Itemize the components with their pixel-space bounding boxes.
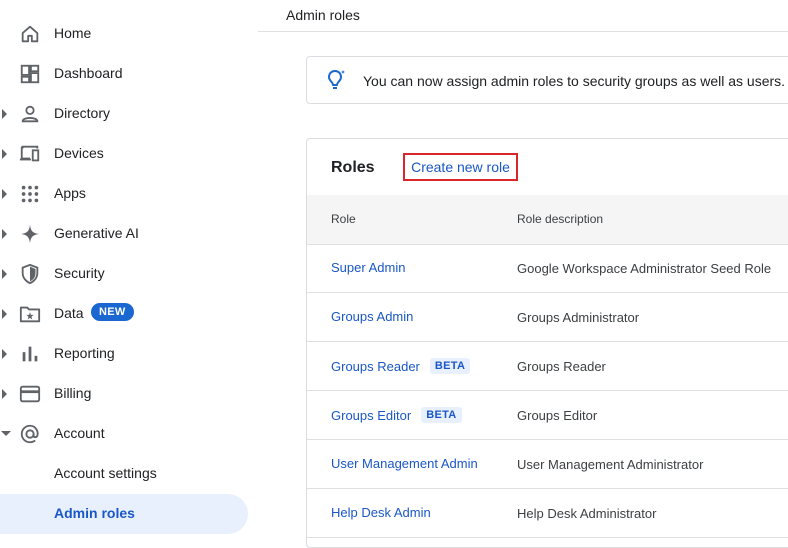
apps-grid-icon (21, 185, 39, 203)
sidebar-item-label: Apps (54, 185, 86, 201)
role-name-link[interactable]: Groups Admin (331, 309, 413, 324)
sidebar-item-apps[interactable]: Apps (0, 174, 248, 214)
sidebar-item-label: Security (54, 265, 105, 281)
sidebar-item-data[interactable]: Data NEW (0, 294, 248, 334)
role-name-link[interactable]: Help Desk Admin (331, 505, 431, 520)
sidebar-item-label: Billing (54, 385, 92, 401)
sidebar-subitem-account-settings[interactable]: Account settings (0, 454, 248, 494)
role-name[interactable]: Groups Editor (331, 408, 411, 423)
credit-card-icon (19, 385, 41, 403)
collapse-caret-icon[interactable] (1, 431, 11, 436)
sidebar-item-account[interactable]: Account (0, 414, 248, 454)
table-row[interactable]: Groups Reader BETA Groups Reader (307, 342, 788, 391)
header-divider (258, 31, 788, 32)
role-name[interactable]: Groups Reader (331, 359, 420, 374)
banner-message: You can now assign admin roles to securi… (363, 73, 786, 89)
expand-caret-icon[interactable] (2, 269, 7, 279)
role-description: Help Desk Administrator (517, 506, 657, 521)
main-content: Admin roles You can now assign admin rol… (258, 0, 788, 548)
expand-caret-icon[interactable] (2, 189, 7, 199)
table-row[interactable]: Super Admin Google Workspace Administrat… (307, 244, 788, 293)
sidebar: Home Dashboard Directory Devices Apps Ge… (0, 0, 258, 537)
dashboard-icon (20, 64, 40, 84)
role-name[interactable]: Help Desk Admin (331, 505, 431, 520)
role-description: Groups Administrator (517, 310, 640, 325)
sidebar-item-devices[interactable]: Devices (0, 134, 248, 174)
table-row[interactable]: Groups Editor BETA Groups Editor (307, 391, 788, 440)
sidebar-item-label: Generative AI (54, 225, 139, 241)
at-sign-icon (20, 424, 39, 444)
sidebar-item-generative-ai[interactable]: Generative AI (0, 214, 248, 254)
role-name[interactable]: Super Admin (331, 260, 405, 275)
sidebar-item-label: Directory (54, 105, 111, 121)
beta-badge: BETA (429, 358, 471, 374)
column-header-role[interactable]: Role (331, 212, 356, 226)
sidebar-item-label: Dashboard (54, 65, 123, 81)
expand-caret-icon[interactable] (2, 229, 7, 239)
expand-caret-icon[interactable] (2, 109, 7, 119)
sidebar-item-security[interactable]: Security (0, 254, 248, 294)
column-header-description: Role description (517, 212, 604, 226)
role-description: User Management Administrator (517, 457, 704, 472)
sidebar-item-directory[interactable]: Directory (0, 94, 248, 134)
sidebar-item-home[interactable]: Home (0, 14, 248, 54)
sidebar-item-dashboard[interactable]: Dashboard (0, 54, 248, 94)
sidebar-item-label: Home (54, 25, 92, 41)
role-description: Groups Editor (517, 408, 598, 423)
sidebar-item-label: Devices (54, 145, 104, 161)
home-icon (21, 25, 39, 43)
role-name-link[interactable]: Groups Reader BETA (331, 358, 471, 374)
role-name[interactable]: User Management Admin (331, 456, 478, 471)
person-icon (21, 105, 39, 123)
table-row[interactable]: Help Desk Admin Help Desk Administrator (307, 489, 788, 538)
create-new-role-button[interactable]: Create new role (403, 153, 518, 181)
sidebar-subitem-admin-roles[interactable]: Admin roles (0, 494, 248, 534)
expand-caret-icon[interactable] (2, 349, 7, 359)
sidebar-subitem-label: Account settings (54, 465, 157, 481)
lightbulb-icon (328, 70, 345, 89)
role-name-link[interactable]: Super Admin (331, 260, 405, 275)
expand-caret-icon[interactable] (2, 309, 7, 319)
role-name-link[interactable]: User Management Admin (331, 456, 478, 471)
devices-icon (19, 145, 40, 162)
info-banner: You can now assign admin roles to securi… (306, 56, 788, 104)
sparkle-icon (20, 224, 40, 244)
table-row[interactable]: User Management Admin User Management Ad… (307, 440, 788, 489)
sidebar-item-label: Account (54, 425, 105, 441)
role-name[interactable]: Groups Admin (331, 309, 413, 324)
table-header: Role Role description (307, 195, 788, 245)
role-description: Groups Reader (517, 359, 606, 374)
role-description: Google Workspace Administrator Seed Role (517, 261, 772, 276)
expand-caret-icon[interactable] (2, 149, 7, 159)
beta-badge: BETA (421, 407, 462, 423)
sidebar-subitem-label: Admin roles (54, 505, 135, 521)
sidebar-item-label: Data (54, 305, 84, 321)
sidebar-item-billing[interactable]: Billing (0, 374, 248, 414)
roles-card-title: Roles (331, 159, 375, 176)
sidebar-item-reporting[interactable]: Reporting (0, 334, 248, 374)
folder-star-icon (19, 306, 41, 323)
expand-caret-icon[interactable] (2, 389, 7, 399)
table-row[interactable]: Groups Admin Groups Administrator (307, 293, 788, 342)
role-name-link[interactable]: Groups Editor BETA (331, 407, 462, 423)
page-title: Admin roles (286, 7, 360, 23)
new-badge: NEW (91, 303, 134, 321)
roles-card: Roles Create new role Role Role descript… (306, 138, 788, 548)
bar-chart-icon (22, 346, 38, 362)
shield-icon (21, 263, 39, 285)
sidebar-item-label: Reporting (54, 345, 115, 361)
